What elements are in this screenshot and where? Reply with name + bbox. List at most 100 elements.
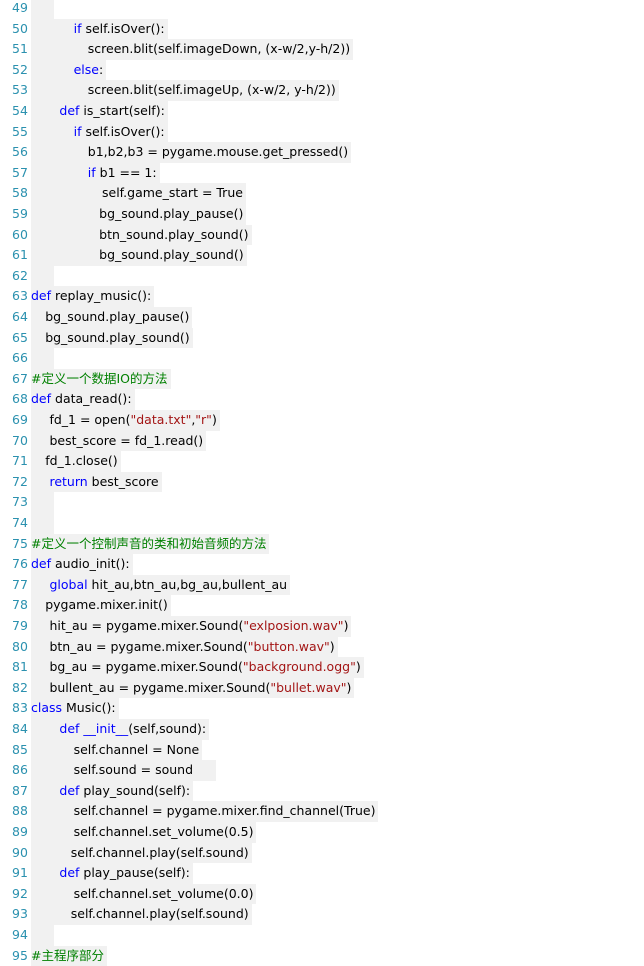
code-string: "r" (195, 412, 212, 427)
code-token: (self,sound): (128, 721, 207, 736)
line-code: return best_score (31, 471, 162, 493)
line-code (31, 492, 54, 513)
code-token: play_sound(self): (79, 782, 191, 798)
code-line: 67 #定义一个数据IO的方法 (0, 368, 644, 390)
code-line: 50 if self.isOver(): (0, 18, 644, 40)
code-line: 83 class Music(): (0, 698, 644, 719)
line-code (31, 0, 54, 19)
code-line: 64 bg_sound.play_pause() (0, 307, 644, 328)
code-comment: #定义一个数据IO的方法 (31, 370, 168, 386)
code-string: "exlposion.wav" (243, 618, 344, 633)
code-line: 70 best_score = fd_1.read() (0, 430, 644, 452)
line-code: bullent_au = pygame.mixer.Sound("bullet.… (31, 677, 355, 699)
line-code: screen.blit(self.imageDown, (x-w/2,y-h/2… (31, 39, 354, 60)
code-token: self.channel.play(self.sound) (70, 906, 249, 922)
code-line: 72 return best_score (0, 471, 644, 493)
code-line: 89 self.channel.set_volume(0.5) (0, 822, 644, 843)
code-token: b1,b2,b3 = pygame.mouse.get_pressed() (87, 144, 349, 160)
code-token: bg_sound.play_pause() (45, 309, 190, 324)
code-line: 52 else: (0, 59, 644, 81)
code-line: 58 self.game_start = True (0, 183, 644, 204)
code-token: btn_sound.play_sound() (99, 226, 249, 242)
code-token: screen.blit(self.imageUp, (x-w/2, y-h/2)… (87, 82, 336, 98)
code-line: 84 def __init__(self,sound): (0, 719, 644, 740)
code-line: 82 bullent_au = pygame.mixer.Sound("bulle… (0, 677, 644, 699)
code-keyword: def (59, 721, 80, 736)
line-code: def replay_music(): (31, 286, 155, 307)
code-token: ) (329, 638, 335, 654)
code-comment: #定义一个控制声音的类和初始音频的方法 (31, 535, 267, 551)
code-token: bg_sound.play_sound() (45, 329, 190, 345)
code-token: audio_init(): (51, 556, 130, 572)
code-line: 73 (0, 492, 644, 513)
code-line: 88 self.channel = pygame.mixer.find_chann… (0, 801, 644, 822)
code-token: best_score = fd_1.read() (49, 432, 204, 448)
code-line: 80 btn_au = pygame.mixer.Sound("button.wa… (0, 636, 644, 658)
code-line: 68 def data_read(): (0, 389, 644, 410)
code-token: self.isOver(): (81, 20, 165, 36)
code-line: 62 (0, 265, 644, 287)
code-line: 85 self.channel = None (0, 739, 644, 761)
code-token: b1 == 1: (95, 164, 157, 180)
line-code: bg_sound.play_pause() (31, 307, 193, 328)
code-token: hit_au,btn_au,bg_au,bullent_au (87, 576, 288, 592)
code-line: 95 #主程序部分 (0, 945, 644, 966)
code-line: 86 self.sound = sound (0, 760, 644, 781)
line-code (31, 513, 54, 534)
code-line: 81 bg_au = pygame.mixer.Sound("background… (0, 657, 644, 678)
code-token: data_read(): (51, 391, 132, 407)
code-token: self.isOver(): (81, 123, 165, 139)
line-code: global hit_au,btn_au,bg_au,bullent_au (31, 574, 291, 596)
code-line: 76 def audio_init(): (0, 554, 644, 575)
code-line: 65 bg_sound.play_sound() (0, 327, 644, 349)
code-token: pygame.mixer.init() (45, 597, 168, 613)
code-line: 87 def play_sound(self): (0, 780, 644, 802)
line-code: def play_sound(self): (31, 780, 194, 802)
line-code: #主程序部分 (31, 945, 107, 966)
code-line: 63 def replay_music(): (0, 286, 644, 307)
code-token: self.channel.play(self.sound) (70, 844, 249, 860)
code-line: 57 if b1 == 1: (0, 162, 644, 184)
code-token: play_pause(self): (79, 865, 190, 881)
code-token: fd_1.close() (45, 453, 118, 469)
code-keyword: def (31, 556, 52, 572)
line-code: if b1 == 1: (31, 162, 160, 184)
code-token: screen.blit(self.imageDown, (x-w/2,y-h/2… (87, 41, 351, 57)
code-line: 71 fd_1.close() (0, 451, 644, 472)
line-code: def is_start(self): (31, 101, 168, 122)
code-line: 90 self.channel.play(self.sound) (0, 842, 644, 864)
code-line: 78 pygame.mixer.init() (0, 595, 644, 616)
code-token: : (98, 61, 104, 77)
code-line: 79 hit_au = pygame.mixer.Sound("exlposion… (0, 616, 644, 637)
code-keyword: return (49, 473, 88, 489)
code-line: 69 fd_1 = open("data.txt","r") (0, 410, 644, 431)
code-line: 49 (0, 0, 644, 19)
code-line: 91 def play_pause(self): (0, 863, 644, 884)
line-code: btn_au = pygame.mixer.Sound("button.wav"… (31, 636, 338, 658)
line-code: #定义一个数据IO的方法 (31, 368, 171, 390)
code-line: 74 (0, 513, 644, 534)
code-comment: #主程序部分 (31, 947, 104, 963)
line-code: #定义一个控制声音的类和初始音频的方法 (31, 533, 270, 555)
code-token: ) (355, 659, 361, 675)
code-token: self.game_start = True (102, 185, 243, 201)
code-token: ) (346, 679, 352, 695)
line-code: self.channel.play(self.sound) (31, 904, 252, 925)
line-code (31, 925, 54, 946)
code-line: 92 self.channel.set_volume(0.0) (0, 883, 644, 905)
code-line: 60 btn_sound.play_sound() (0, 224, 644, 246)
line-code: hit_au = pygame.mixer.Sound("exlposion.w… (31, 616, 352, 637)
code-line: 94 (0, 925, 644, 946)
line-code: if self.isOver(): (31, 18, 168, 40)
line-code: self.channel.set_volume(0.0) (31, 883, 257, 905)
code-line: 54 def is_start(self): (0, 101, 644, 122)
code-token: hit_au = pygame.mixer.Sound( (49, 618, 244, 633)
line-code: self.channel = pygame.mixer.find_channel… (31, 801, 379, 822)
code-keyword: __init__ (83, 721, 129, 736)
line-code: self.sound = sound (31, 760, 216, 781)
code-keyword: global (49, 576, 88, 592)
line-code: class Music(): (31, 698, 119, 719)
line-code: def play_pause(self): (31, 863, 193, 884)
code-string: "data.txt" (130, 412, 192, 427)
code-keyword: if (87, 164, 96, 180)
